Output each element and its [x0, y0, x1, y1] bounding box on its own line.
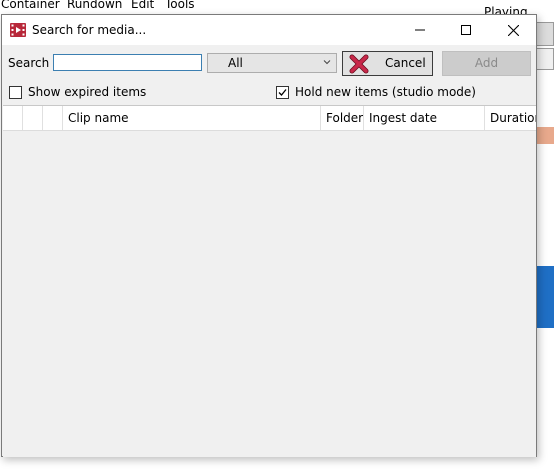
column-header-folder[interactable]: Folder [321, 106, 364, 130]
column-header-blank[interactable] [43, 106, 63, 130]
title-bar: Search for media... [2, 15, 536, 45]
search-media-dialog: Search for media... Search All Cancel Ad… [1, 14, 537, 457]
close-icon [507, 24, 519, 36]
background-panel [535, 48, 554, 70]
column-header-clip-name[interactable]: Clip name [63, 106, 321, 130]
hold-new-items-label[interactable]: Hold new items (studio mode) [295, 85, 476, 99]
show-expired-row: Show expired items [9, 85, 146, 99]
column-header-blank[interactable] [23, 106, 43, 130]
menu-tools[interactable]: Tools [165, 0, 195, 11]
checkmark-icon [278, 88, 287, 96]
background-menubar: Container Rundown Edit Tools [0, 0, 554, 14]
hold-new-items-checkbox[interactable] [276, 85, 289, 99]
search-label: Search [8, 56, 50, 70]
column-header-duration[interactable]: Duration [485, 106, 536, 130]
maximize-button[interactable] [443, 15, 489, 45]
show-expired-checkbox[interactable] [9, 85, 22, 99]
dropdown-selected-value: All [228, 56, 243, 70]
media-type-dropdown[interactable]: All [207, 53, 337, 73]
background-panel [535, 22, 554, 46]
minimize-button[interactable] [397, 15, 443, 45]
menu-edit[interactable]: Edit [131, 0, 154, 11]
close-button[interactable] [490, 15, 536, 45]
add-button[interactable]: Add [442, 51, 531, 76]
add-label: Add [474, 56, 499, 70]
search-input[interactable] [53, 54, 202, 71]
show-expired-label[interactable]: Show expired items [28, 85, 146, 99]
maximize-icon [461, 25, 471, 35]
background-item-highlight [537, 127, 554, 144]
column-header-ingest-date[interactable]: Ingest date [364, 106, 485, 130]
menu-rundown[interactable]: Rundown [67, 0, 122, 11]
cancel-x-icon [349, 54, 369, 74]
cancel-label: Cancel [385, 56, 426, 70]
menu-container[interactable]: Container [1, 0, 60, 11]
media-results-grid[interactable]: Clip name Folder Ingest date Duration [3, 105, 536, 457]
hold-new-items-row: Hold new items (studio mode) [276, 85, 476, 99]
column-header-blank[interactable] [3, 106, 23, 130]
chevron-down-icon [323, 60, 331, 65]
dialog-title: Search for media... [32, 23, 147, 37]
cancel-button[interactable]: Cancel [342, 51, 433, 76]
background-item-selected [537, 266, 554, 328]
minimize-icon [415, 29, 425, 31]
grid-header: Clip name Folder Ingest date Duration [3, 106, 536, 131]
film-icon [10, 22, 26, 38]
